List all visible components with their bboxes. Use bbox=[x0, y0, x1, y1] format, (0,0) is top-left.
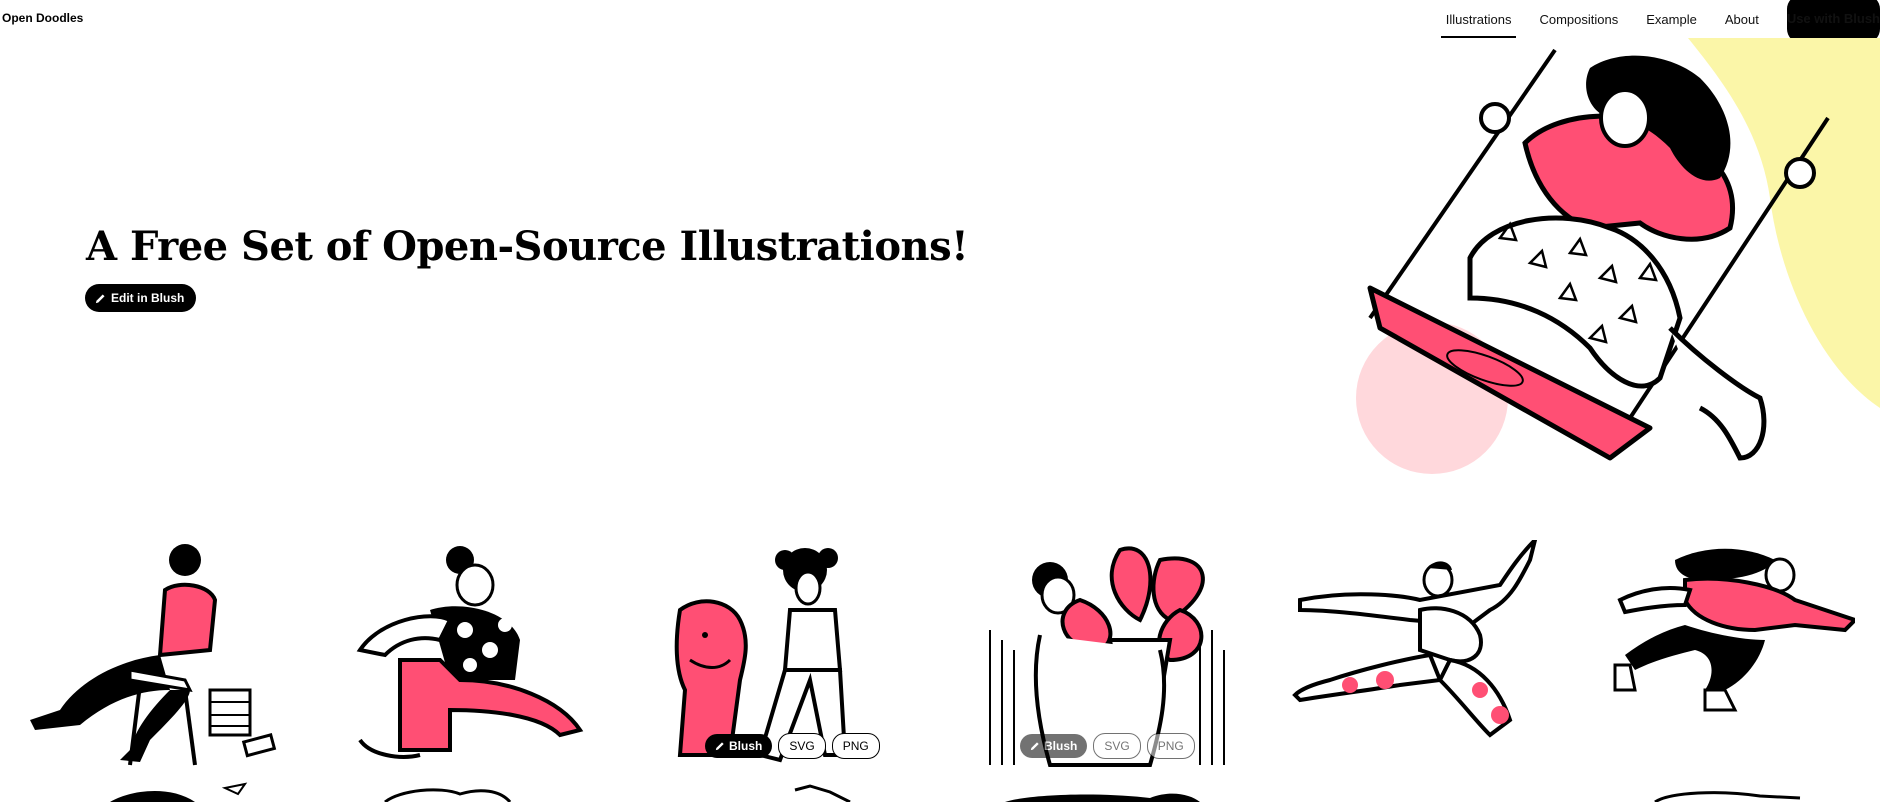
dancing-illustration bbox=[1292, 533, 1539, 738]
gallery-item-dancing[interactable] bbox=[1290, 533, 1550, 770]
svg-download-button[interactable]: SVG bbox=[1093, 733, 1141, 759]
reading-illustration bbox=[30, 544, 277, 766]
main-nav: Illustrations Compositions Example About… bbox=[1418, 0, 1880, 43]
pencil-icon bbox=[1030, 742, 1039, 751]
svg-download-button[interactable]: SVG bbox=[778, 733, 826, 759]
sitting-illustration bbox=[356, 546, 584, 759]
png-download-button[interactable]: PNG bbox=[1146, 733, 1195, 759]
pencil-icon bbox=[95, 293, 105, 303]
nav-about[interactable]: About bbox=[1725, 2, 1759, 37]
edit-in-blush-button[interactable]: Edit in Blush bbox=[85, 284, 197, 312]
pencil-icon bbox=[715, 742, 724, 751]
swing-illustration bbox=[1356, 38, 1880, 474]
page-title: A Free Set of Open-Source Illustrations! bbox=[86, 223, 969, 270]
gallery-item-running[interactable] bbox=[1595, 540, 1859, 770]
blush-button[interactable]: Blush bbox=[1020, 734, 1088, 758]
gallery-item-reading-side[interactable] bbox=[20, 540, 280, 770]
gallery-row-2-partial bbox=[110, 782, 1801, 802]
dog-item-actions: Blush SVG PNG bbox=[705, 733, 880, 759]
brand-logo[interactable]: Open Doodles bbox=[2, 11, 83, 25]
nav-compositions[interactable]: Compositions bbox=[1539, 2, 1618, 37]
nav-example[interactable]: Example bbox=[1646, 2, 1697, 37]
png-download-button[interactable]: PNG bbox=[831, 733, 880, 759]
running-illustration bbox=[1613, 548, 1859, 712]
plant-item-actions: Blush SVG PNG bbox=[1020, 733, 1195, 759]
edit-in-blush-label: Edit in Blush bbox=[111, 291, 185, 305]
blush-button[interactable]: Blush bbox=[705, 734, 773, 758]
use-with-blush-button[interactable]: Use with Blush bbox=[1786, 0, 1880, 43]
gallery-item-sitting[interactable] bbox=[340, 540, 600, 770]
nav-illustrations[interactable]: Illustrations bbox=[1440, 2, 1517, 38]
